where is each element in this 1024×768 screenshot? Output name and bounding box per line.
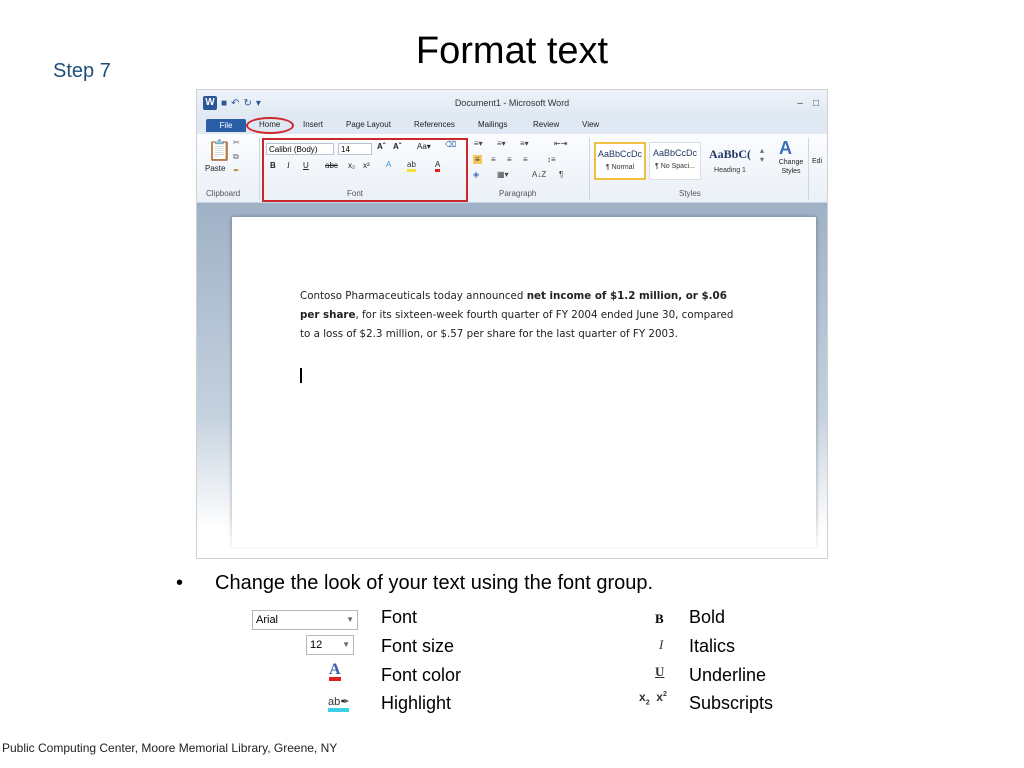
style-normal-sample: AaBbCcDc bbox=[597, 149, 642, 159]
tab-references[interactable]: References bbox=[414, 120, 455, 129]
legend-underline: Underline bbox=[689, 665, 767, 685]
legend-font-color: Font color bbox=[381, 665, 462, 685]
legend-italics: Italics bbox=[689, 636, 736, 656]
tab-view[interactable]: View bbox=[582, 120, 599, 129]
clipboard-group-label: Clipboard bbox=[206, 189, 241, 198]
styles-group-label: Styles bbox=[679, 189, 701, 198]
editing-label[interactable]: Edi bbox=[812, 158, 822, 165]
document-paragraph[interactable]: Contoso Pharmaceuticals today announced … bbox=[300, 287, 740, 344]
bullet-text: Change the look of your text using the f… bbox=[215, 572, 654, 594]
tab-page-layout[interactable]: Page Layout bbox=[346, 120, 391, 129]
size-sample-combo: 12 ▼ bbox=[306, 635, 354, 655]
cut-icon[interactable]: ✂ bbox=[233, 138, 240, 147]
style-no-spacing-sample: AaBbCcDc bbox=[652, 148, 697, 158]
separator bbox=[259, 138, 260, 200]
font-sample-combo: Arial ▼ bbox=[252, 610, 358, 630]
tab-file[interactable]: File bbox=[206, 119, 246, 132]
document-text: Contoso Pharmaceuticals today announced bbox=[300, 290, 527, 302]
tab-insert[interactable]: Insert bbox=[303, 120, 323, 129]
shading-icon[interactable]: ◈ bbox=[473, 170, 479, 179]
style-normal-name: ¶ Normal bbox=[605, 164, 635, 171]
separator bbox=[589, 138, 590, 200]
paragraph-group-label: Paragraph bbox=[499, 189, 537, 198]
style-no-spacing[interactable]: AaBbCcDc ¶ No Spaci... bbox=[649, 142, 701, 180]
sort-icon[interactable]: A↓Z bbox=[532, 170, 546, 179]
legend-font-size: Font size bbox=[381, 636, 455, 656]
slide-title: Format text bbox=[415, 30, 609, 72]
numbering-icon[interactable]: ≡▾ bbox=[497, 139, 506, 148]
document-area: Contoso Pharmaceuticals today announced … bbox=[197, 203, 827, 558]
chevron-down-icon: ▼ bbox=[346, 615, 354, 624]
font-group-highlight bbox=[262, 138, 468, 202]
multilevel-list-icon[interactable]: ≡▾ bbox=[520, 139, 529, 148]
align-center-icon[interactable]: ≡ bbox=[491, 155, 496, 164]
legend-subscripts: Subscripts bbox=[689, 693, 774, 713]
style-no-spacing-name: ¶ No Spaci... bbox=[655, 163, 695, 170]
restore-icon[interactable]: □ bbox=[813, 98, 819, 109]
word-screenshot: W ■ ↶ ↻ ▾ Document1 - Microsoft Word – □… bbox=[196, 89, 828, 559]
chevron-down-icon: ▼ bbox=[342, 640, 350, 649]
format-painter-icon[interactable]: ✒ bbox=[233, 166, 240, 175]
align-right-icon[interactable]: ≡ bbox=[507, 155, 512, 164]
tab-mailings[interactable]: Mailings bbox=[478, 120, 507, 129]
window-controls: – □ bbox=[797, 98, 819, 109]
legend-highlight: Highlight bbox=[381, 693, 452, 713]
footer-text: Public Computing Center, Moore Memorial … bbox=[2, 741, 338, 755]
window-title: Document1 - Microsoft Word bbox=[454, 98, 570, 108]
font-color-icon: A bbox=[329, 662, 341, 681]
document-text: , for its sixteen-week fourth quarter of… bbox=[300, 309, 734, 340]
underline-icon: U bbox=[655, 664, 665, 679]
styles-scroll-icon[interactable]: ▴ ▾ bbox=[760, 146, 764, 164]
word-title-bar: W ■ ↶ ↻ ▾ Document1 - Microsoft Word – □ bbox=[197, 90, 827, 117]
justify-icon[interactable]: ≡ bbox=[523, 155, 528, 164]
legend-bold: Bold bbox=[689, 607, 726, 627]
separator bbox=[808, 138, 809, 200]
align-left-icon[interactable]: ≡ bbox=[473, 155, 482, 164]
size-sample-value: 12 bbox=[310, 639, 323, 651]
subscript-superscript-icon: x2 x2 bbox=[639, 690, 667, 707]
document-page[interactable]: Contoso Pharmaceuticals today announced … bbox=[232, 217, 816, 547]
bullets-icon[interactable]: ≡▾ bbox=[474, 139, 483, 148]
change-styles-icon[interactable]: A bbox=[779, 138, 792, 159]
bullet-icon: • bbox=[176, 572, 184, 594]
style-heading-1[interactable]: AaBbC( Heading 1 bbox=[704, 142, 756, 180]
home-tab-highlight bbox=[246, 117, 294, 134]
change-styles-label[interactable]: Change Styles bbox=[771, 158, 811, 176]
copy-icon[interactable]: ⧉ bbox=[233, 152, 239, 162]
borders-icon[interactable]: ▦▾ bbox=[497, 170, 509, 179]
paste-label[interactable]: Paste bbox=[205, 164, 225, 173]
show-hide-icon[interactable]: ¶ bbox=[559, 170, 563, 179]
italic-icon: I bbox=[659, 637, 664, 652]
legend-font: Font bbox=[381, 607, 418, 627]
text-cursor bbox=[300, 368, 302, 383]
font-sample-value: Arial bbox=[256, 614, 279, 626]
fade-overlay bbox=[197, 518, 827, 558]
tab-review[interactable]: Review bbox=[533, 120, 559, 129]
paste-icon[interactable]: 📋 bbox=[207, 138, 232, 163]
highlight-icon: ab✒ bbox=[328, 696, 350, 712]
style-normal[interactable]: AaBbCcDc ¶ Normal bbox=[594, 142, 646, 180]
style-heading-1-name: Heading 1 bbox=[714, 167, 746, 174]
indent-icon[interactable]: ⇤⇥ bbox=[554, 139, 567, 148]
style-heading-1-sample: AaBbC( bbox=[708, 147, 751, 161]
line-spacing-icon[interactable]: ↕≡ bbox=[547, 155, 556, 164]
bold-icon: B bbox=[655, 611, 664, 626]
minimize-icon[interactable]: – bbox=[797, 98, 803, 109]
